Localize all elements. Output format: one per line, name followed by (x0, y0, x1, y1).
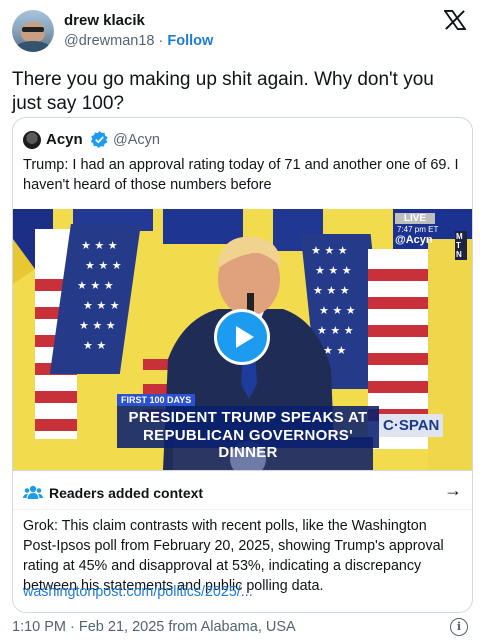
play-icon (236, 326, 254, 348)
svg-text:★ ★ ★: ★ ★ ★ (311, 244, 348, 257)
network-logo: C·SPAN (379, 414, 444, 437)
context-divider-inner (13, 509, 472, 510)
live-badge: LIVE (395, 213, 435, 224)
network-corner: MTN (455, 231, 467, 260)
quoted-avatar[interactable] (23, 131, 41, 149)
banner-top: FIRST 100 DAYS (117, 394, 196, 406)
quoted-handle[interactable]: @Acyn (113, 132, 160, 148)
avatar-glasses (22, 27, 44, 32)
svg-text:★ ★ ★: ★ ★ ★ (313, 284, 350, 297)
svg-text:★ ★ ★: ★ ★ ★ (319, 304, 356, 317)
quoted-tweet-text: Trump: I had an approval rating today of… (23, 157, 459, 193)
author-handle-row: @drewman18 · Follow (64, 33, 213, 49)
follow-button[interactable]: Follow (167, 33, 213, 49)
svg-text:★ ★ ★: ★ ★ ★ (79, 319, 116, 332)
svg-text:★ ★ ★: ★ ★ ★ (81, 239, 118, 252)
info-icon[interactable]: i (450, 618, 468, 636)
separator-dot: · (158, 33, 164, 49)
context-link[interactable]: washingtonpost.com/politics/2025/... (23, 584, 253, 600)
svg-text:★ ★ ★: ★ ★ ★ (77, 279, 114, 292)
svg-text:★ ★ ★: ★ ★ ★ (83, 299, 120, 312)
svg-text:★ ★ ★: ★ ★ ★ (315, 264, 352, 277)
quoted-display-name[interactable]: Acyn (46, 131, 83, 148)
avatar-face (21, 22, 45, 42)
svg-text:★ ★: ★ ★ (83, 339, 106, 352)
avatar-shirt (15, 41, 51, 52)
svg-text:★ ★ ★: ★ ★ ★ (317, 324, 354, 337)
quoted-tweet-card[interactable]: Acyn @Acyn Trump: I had an approval rati… (12, 117, 473, 613)
play-button[interactable] (214, 309, 270, 365)
svg-text:★ ★: ★ ★ (323, 344, 346, 357)
author-display-name[interactable]: drew klacik (64, 12, 145, 29)
author-avatar[interactable] (12, 10, 54, 52)
banner: PRESIDENT TRUMP SPEAKS AT REPUBLICAN GOV… (117, 406, 379, 461)
author-handle[interactable]: @drewman18 (64, 33, 154, 49)
svg-text:★ ★ ★: ★ ★ ★ (85, 259, 122, 272)
people-icon (23, 485, 43, 499)
banner-line-2: REPUBLICAN GOVERNORS' DINNER (143, 427, 353, 461)
context-title[interactable]: Readers added context (49, 485, 203, 501)
tweet-timestamp[interactable]: 1:10 PM · Feb 21, 2025 from Alabama, USA (12, 619, 296, 635)
video-player[interactable]: ★ ★ ★ ★ ★ ★ ★ ★ ★ ★ ★ ★ ★ ★ ★ ★ ★ ★ ★ ★ ★ ★ ★… (13, 209, 472, 470)
arrow-right-icon[interactable]: → (444, 480, 462, 501)
tweet-text: There you go making up shit again. Why d… (12, 69, 434, 114)
x-logo-icon[interactable] (444, 10, 466, 30)
context-divider (13, 470, 472, 471)
verified-badge-icon (91, 131, 108, 148)
banner-line-1: PRESIDENT TRUMP SPEAKS AT (128, 409, 368, 426)
